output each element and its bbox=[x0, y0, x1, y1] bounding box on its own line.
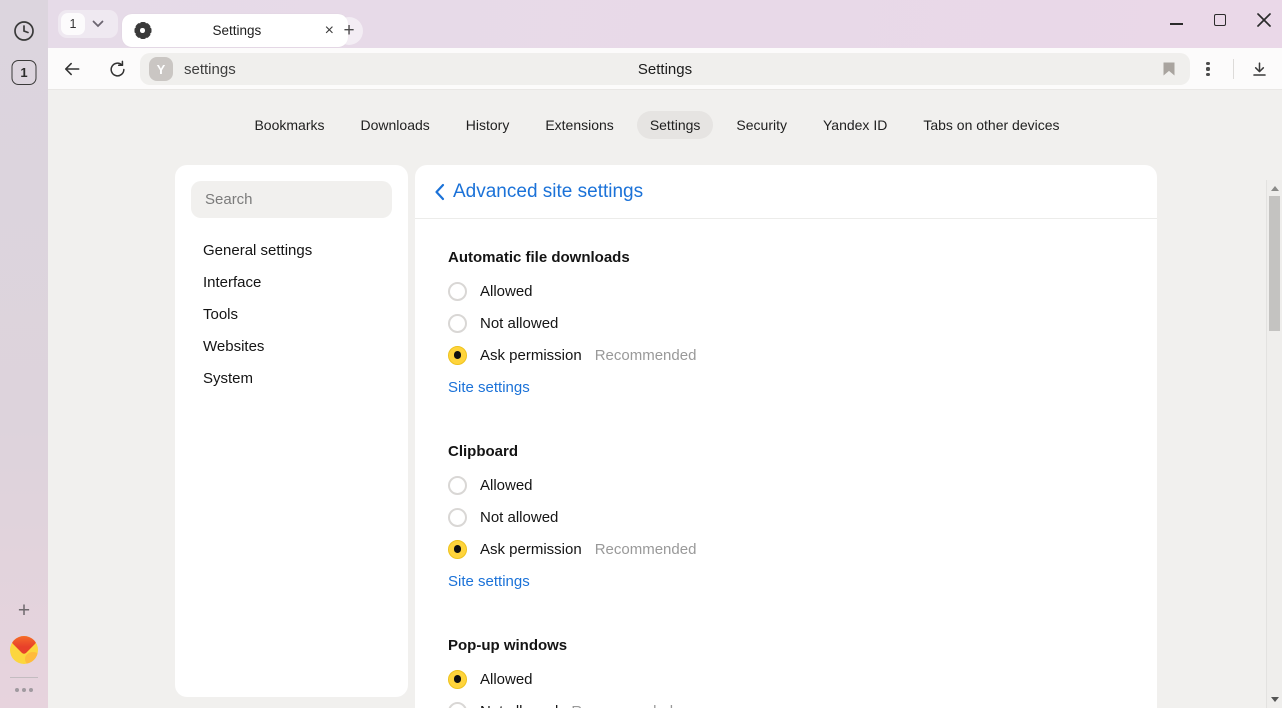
nav-tab-bookmarks[interactable]: Bookmarks bbox=[241, 111, 337, 139]
radio-label: Not allowed bbox=[480, 315, 558, 332]
radio-badge: Recommended bbox=[595, 347, 697, 364]
section-pop-up-windows: Pop-up windows Allowed Not allowed Recom… bbox=[448, 635, 1124, 708]
radio-icon[interactable] bbox=[448, 314, 467, 333]
tab-title: Settings bbox=[151, 23, 323, 38]
nav-tab-downloads[interactable]: Downloads bbox=[348, 111, 443, 139]
tab-close-icon[interactable]: × bbox=[323, 23, 336, 39]
scroll-down-arrow-icon[interactable] bbox=[1271, 697, 1279, 702]
yandex-browser-logo-icon[interactable] bbox=[10, 636, 38, 664]
section-clipboard: Clipboard Allowed Not allowed Ask permis… bbox=[448, 441, 1124, 597]
radio-option-ask-permission[interactable]: Ask permission Recommended bbox=[448, 533, 1124, 565]
radio-label: Allowed bbox=[480, 283, 533, 300]
site-favicon: Y bbox=[149, 57, 173, 81]
radio-option-not-allowed[interactable]: Not allowed Recommended bbox=[448, 695, 1124, 708]
window-controls bbox=[1122, 10, 1274, 30]
site-settings-link[interactable]: Site settings bbox=[448, 565, 530, 597]
section-title: Clipboard bbox=[448, 441, 1124, 463]
radio-icon[interactable] bbox=[448, 282, 467, 301]
sidebar-item-system[interactable]: System bbox=[175, 362, 408, 394]
tab-strip: 1 Settings × + bbox=[48, 0, 1282, 48]
nav-tab-settings[interactable]: Settings bbox=[637, 111, 714, 139]
window-close-button[interactable] bbox=[1254, 10, 1274, 30]
address-bar[interactable]: Y settings Settings bbox=[140, 53, 1190, 85]
back-button[interactable] bbox=[60, 57, 84, 81]
settings-sidebar-menu: General settings Interface Tools Website… bbox=[175, 234, 408, 394]
downloads-icon[interactable] bbox=[1246, 57, 1272, 81]
rail-more-icon[interactable] bbox=[11, 684, 37, 696]
radio-label: Allowed bbox=[480, 671, 533, 688]
sidebar-item-interface[interactable]: Interface bbox=[175, 266, 408, 298]
radio-option-allowed[interactable]: Allowed bbox=[448, 469, 1124, 501]
settings-sections: Automatic file downloads Allowed Not all… bbox=[415, 219, 1157, 708]
page-title-centered: Settings bbox=[140, 53, 1190, 85]
radio-label: Not allowed bbox=[480, 703, 558, 708]
section-automatic-file-downloads: Automatic file downloads Allowed Not all… bbox=[448, 247, 1124, 403]
sidebar-item-tools[interactable]: Tools bbox=[175, 298, 408, 330]
search-placeholder: Search bbox=[205, 191, 253, 208]
radio-icon[interactable] bbox=[448, 670, 467, 689]
nav-tab-yandex-id[interactable]: Yandex ID bbox=[810, 111, 900, 139]
radio-icon[interactable] bbox=[448, 346, 467, 365]
advanced-site-settings-back-link[interactable]: Advanced site settings bbox=[415, 165, 1157, 219]
site-settings-link[interactable]: Site settings bbox=[448, 371, 530, 403]
gear-icon bbox=[134, 22, 151, 39]
settings-top-nav: Bookmarks Downloads History Extensions S… bbox=[48, 110, 1266, 140]
settings-sidebar-card: Search General settings Interface Tools … bbox=[175, 165, 408, 697]
radio-badge: Recommended bbox=[571, 703, 673, 708]
tab-panel-counter[interactable]: 1 bbox=[12, 60, 37, 85]
radio-option-not-allowed[interactable]: Not allowed bbox=[448, 307, 1124, 339]
radio-label: Not allowed bbox=[480, 509, 558, 526]
window-minimize-button[interactable] bbox=[1166, 10, 1186, 30]
section-title: Automatic file downloads bbox=[448, 247, 1124, 269]
radio-option-not-allowed[interactable]: Not allowed bbox=[448, 501, 1124, 533]
page-heading: Advanced site settings bbox=[453, 181, 643, 203]
radio-badge: Recommended bbox=[595, 541, 697, 558]
radio-icon[interactable] bbox=[448, 540, 467, 559]
radio-label: Ask permission bbox=[480, 347, 582, 364]
radio-icon[interactable] bbox=[448, 508, 467, 527]
browser-tab-settings[interactable]: Settings × bbox=[122, 14, 348, 47]
new-tab-button[interactable]: + bbox=[335, 17, 363, 45]
reload-button[interactable] bbox=[105, 57, 129, 81]
history-clock-icon[interactable] bbox=[11, 18, 37, 44]
rail-divider bbox=[10, 677, 38, 678]
section-title: Pop-up windows bbox=[448, 635, 1124, 657]
tab-group-selector[interactable]: 1 bbox=[58, 10, 118, 38]
scroll-up-arrow-icon[interactable] bbox=[1271, 186, 1279, 191]
nav-tab-security[interactable]: Security bbox=[723, 111, 800, 139]
radio-label: Allowed bbox=[480, 477, 533, 494]
radio-label: Ask permission bbox=[480, 541, 582, 558]
toolbar-separator bbox=[1233, 59, 1234, 79]
more-options-icon[interactable] bbox=[1198, 57, 1218, 81]
nav-tab-other-devices[interactable]: Tabs on other devices bbox=[910, 111, 1072, 139]
scrollbar-thumb[interactable] bbox=[1269, 196, 1280, 331]
sidebar-item-general-settings[interactable]: General settings bbox=[175, 234, 408, 266]
radio-icon[interactable] bbox=[448, 702, 467, 708]
radio-option-allowed[interactable]: Allowed bbox=[448, 275, 1124, 307]
search-input[interactable]: Search bbox=[191, 181, 392, 218]
page-scrollbar[interactable] bbox=[1266, 180, 1282, 708]
settings-page: Bookmarks Downloads History Extensions S… bbox=[48, 90, 1282, 708]
tab-count-badge: 1 bbox=[61, 13, 85, 35]
url-text[interactable]: settings bbox=[184, 53, 236, 85]
radio-option-allowed[interactable]: Allowed bbox=[448, 663, 1124, 695]
rail-add-icon[interactable]: + bbox=[11, 598, 37, 624]
nav-tab-history[interactable]: History bbox=[453, 111, 523, 139]
nav-tab-extensions[interactable]: Extensions bbox=[532, 111, 626, 139]
radio-option-ask-permission[interactable]: Ask permission Recommended bbox=[448, 339, 1124, 371]
menu-hamburger-icon[interactable] bbox=[1122, 10, 1142, 30]
settings-main-card: Advanced site settings Automatic file do… bbox=[415, 165, 1157, 708]
browser-side-rail: 1 + bbox=[0, 0, 48, 708]
radio-icon[interactable] bbox=[448, 476, 467, 495]
chevron-down-icon bbox=[92, 20, 104, 28]
window-maximize-button[interactable] bbox=[1210, 10, 1230, 30]
chevron-left-icon bbox=[434, 183, 445, 201]
sidebar-item-websites[interactable]: Websites bbox=[175, 330, 408, 362]
browser-toolbar: Y settings Settings bbox=[48, 48, 1282, 90]
bookmark-icon[interactable] bbox=[1158, 58, 1180, 80]
logo-glow-shape bbox=[25, 652, 38, 664]
